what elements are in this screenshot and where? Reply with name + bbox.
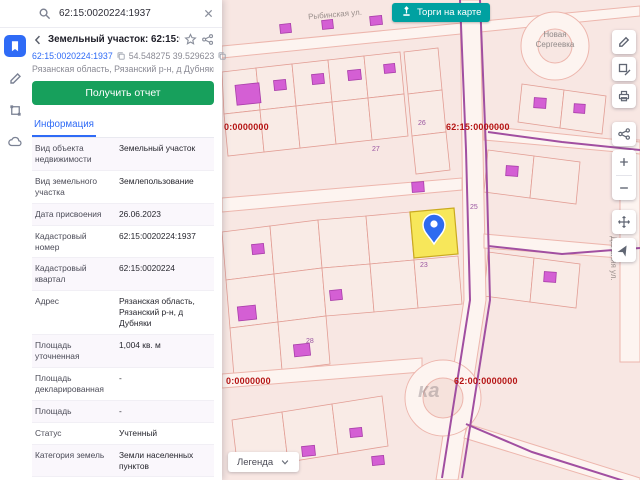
copy-icon[interactable]	[217, 51, 227, 61]
cadastral-link-row: 62:15:0020224:1937 54.548275 39.529623	[32, 51, 226, 61]
zoom-control	[612, 150, 636, 200]
parcel-number: 23	[420, 262, 428, 269]
chevron-down-icon	[281, 460, 289, 465]
sidebar: Земельный участок: 62:15:0020224:1937 62…	[0, 0, 226, 480]
draw-shape-button[interactable]	[612, 57, 636, 81]
search-input[interactable]	[57, 7, 197, 20]
quarter-label: 62:15:0000000	[446, 122, 510, 132]
info-row: Вид земельного участка Землепользование	[32, 171, 214, 204]
info-row: Дата присвоения 26.06.2023	[32, 203, 214, 226]
page-title: Земельный участок: 62:15:0020224:1937	[48, 34, 180, 45]
printer-icon	[618, 90, 630, 102]
info-row-value: 62:15:0020224	[119, 263, 175, 274]
search-icon	[38, 7, 51, 20]
info-row-value: 1,004 кв. м	[119, 340, 161, 351]
tab-information[interactable]: Информация	[32, 115, 96, 137]
search-bar	[0, 0, 222, 28]
auction-icon	[401, 5, 412, 20]
info-row-value: Земельный участок	[119, 143, 196, 153]
info-row-label: Кадастровый квартал	[35, 263, 87, 285]
info-row: Статус Учтенный	[32, 423, 214, 445]
info-row: Кадастровый квартал 62:15:0020224	[32, 258, 214, 292]
cadastral-number-link[interactable]: 62:15:0020224:1937	[32, 51, 113, 61]
object-panel: Земельный участок: 62:15:0020224:1937 62…	[30, 28, 226, 480]
info-row-label: Адрес	[35, 296, 59, 307]
zoom-in-button[interactable]	[612, 150, 636, 175]
info-row-value: -	[119, 372, 122, 383]
pencil-icon	[619, 36, 630, 47]
info-row: Вид объекта недвижимости Земельный участ…	[32, 138, 214, 171]
info-row-value: 62:15:0020224:1937	[119, 230, 196, 241]
map-canvas[interactable]	[222, 0, 640, 480]
parcel-number: 25	[470, 204, 478, 211]
get-report-button[interactable]: Получить отчет	[32, 81, 214, 105]
locate-me-button[interactable]	[612, 238, 636, 262]
copy-icon[interactable]	[116, 51, 126, 61]
parcel-number: 28	[306, 338, 314, 345]
info-row-value: 26.06.2023	[119, 208, 161, 219]
info-row: Площадь декларированная -	[32, 368, 214, 401]
info-row-label: Дата присвоения	[35, 208, 102, 219]
pan-button[interactable]	[612, 210, 636, 234]
quarter-label: 62:00:0000000	[454, 376, 518, 386]
info-row: Площадь -	[32, 400, 214, 423]
star-icon[interactable]	[184, 33, 197, 46]
parcel-number: 27	[372, 146, 380, 153]
chevron-left-icon[interactable]	[32, 34, 44, 46]
bookmark-tool-icon[interactable]	[4, 35, 26, 57]
area-tool-icon[interactable]	[4, 99, 26, 121]
weather-cloud-icon[interactable]	[4, 131, 26, 153]
zoom-out-button[interactable]	[612, 176, 636, 201]
map-share-button[interactable]	[612, 122, 636, 146]
info-row-value: Рязанская область, Рязанский р-н, д Дубн…	[119, 296, 195, 329]
plus-icon	[620, 158, 628, 167]
quarter-label: 0:0000000	[226, 376, 271, 386]
left-tool-strip	[0, 28, 30, 480]
print-button[interactable]	[612, 84, 636, 108]
share-icon	[618, 128, 630, 140]
auction-map-button[interactable]: Торги на карте	[392, 3, 491, 22]
info-row: Площадь уточненная 1,004 кв. м	[32, 335, 214, 368]
share-icon[interactable]	[201, 33, 214, 46]
info-row-label: Площадь	[35, 405, 72, 416]
app-window: Земельный участок: 62:15:0020224:1937 62…	[0, 0, 640, 480]
tabs-bar: Информация	[32, 114, 214, 138]
map-area: Рыбинская ул. Дальняя ул. Новая Сергеевк…	[222, 0, 640, 480]
panel-header: Земельный участок: 62:15:0020224:1937	[32, 33, 214, 46]
navigation-arrow-icon	[617, 245, 627, 257]
sidebar-body: Земельный участок: 62:15:0020224:1937 62…	[0, 28, 226, 480]
info-row-value: Учтенный	[119, 427, 158, 438]
draw-area-icon	[618, 63, 631, 76]
coordinates-text: 54.548275 39.529623	[128, 51, 215, 61]
info-row-value: Земли населенных пунктов	[119, 449, 194, 471]
info-row-label: Кадастровый номер	[35, 230, 87, 252]
info-row-value: Землепользование	[119, 175, 194, 186]
address-line: Рязанская область, Рязанский р-н, д Дубн…	[32, 64, 214, 74]
place-label: Новая Сергеевка	[535, 30, 575, 49]
quarter-label: 0:0000000	[224, 122, 269, 132]
info-row-label: Статус	[35, 427, 62, 438]
edit-button[interactable]	[612, 30, 636, 54]
minus-icon	[620, 187, 628, 189]
info-row-label: Вид объекта недвижимости	[35, 143, 92, 164]
info-row-label: Площадь декларированная	[35, 372, 104, 394]
watermark: ка	[418, 380, 440, 402]
info-row: Кадастровый номер 62:15:0020224:1937	[32, 226, 214, 259]
parcel-number: 26	[418, 120, 426, 127]
legend-button[interactable]: Легенда	[228, 452, 300, 472]
info-table: Вид объекта недвижимости Земельный участ…	[32, 138, 214, 480]
measure-tool-icon[interactable]	[4, 67, 26, 89]
info-row-value: -	[119, 405, 122, 416]
pan-arrows-icon	[618, 216, 630, 228]
info-row-label: Вид земельного участка	[35, 175, 98, 197]
info-row: Адрес Рязанская область, Рязанский р-н, …	[32, 291, 214, 336]
info-row-label: Площадь уточненная	[35, 340, 80, 361]
close-icon[interactable]	[203, 8, 214, 19]
info-row-label: Категория земель	[35, 449, 105, 460]
info-row: Категория земель Земли населенных пункто…	[32, 444, 214, 478]
